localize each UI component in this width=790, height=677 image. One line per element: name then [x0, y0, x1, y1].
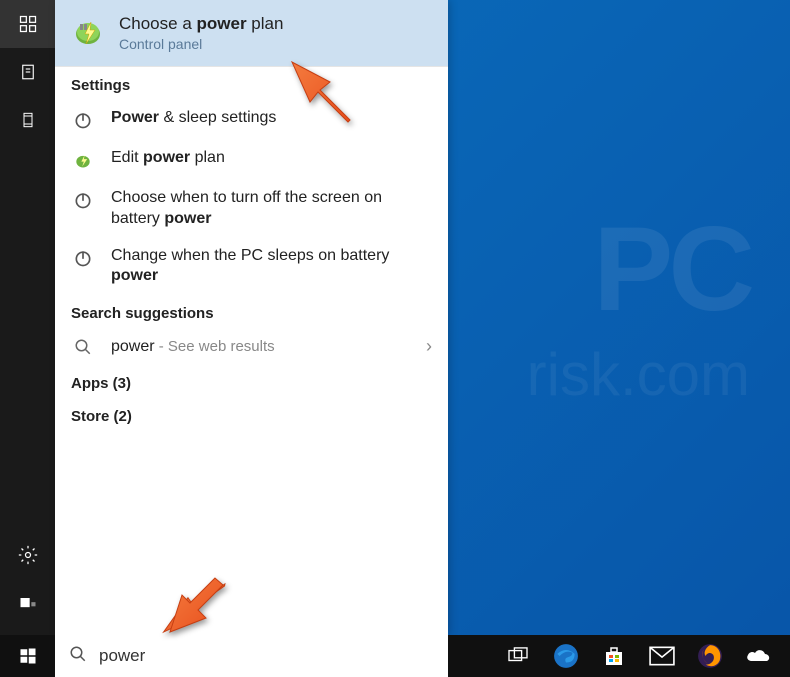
best-match-subtitle: Control panel	[119, 36, 283, 52]
suggestion-text: power - See web results	[111, 338, 426, 356]
side-icon-home[interactable]	[0, 0, 55, 48]
web-suggestion[interactable]: power - See web results ›	[55, 328, 448, 365]
settings-result-screen-off[interactable]: Choose when to turn off the screen on ba…	[55, 180, 448, 238]
settings-result-edit-plan[interactable]: Edit power plan	[55, 140, 448, 180]
side-icon-feedback[interactable]	[0, 579, 55, 627]
section-header-store[interactable]: Store (2)	[55, 398, 448, 431]
plug-icon	[71, 148, 95, 172]
edge-browser-icon[interactable]	[542, 635, 590, 677]
watermark-logo: PC	[593, 200, 750, 338]
chevron-right-icon: ›	[426, 336, 432, 357]
section-header-apps[interactable]: Apps (3)	[55, 365, 448, 398]
store-icon[interactable]	[590, 635, 638, 677]
side-icon-apps[interactable]	[0, 96, 55, 144]
firefox-icon[interactable]	[686, 635, 734, 677]
section-header-settings: Settings	[55, 67, 448, 100]
search-icon	[71, 338, 95, 356]
result-label: Choose when to turn off the screen on ba…	[111, 188, 432, 230]
best-match-result[interactable]: Choose a power plan Control panel	[55, 0, 448, 67]
power-plan-icon	[71, 14, 105, 48]
settings-result-power-sleep[interactable]: Power & sleep settings	[55, 100, 448, 140]
task-view-button[interactable]	[494, 635, 542, 677]
search-icon	[69, 645, 87, 668]
side-icon-documents[interactable]	[0, 48, 55, 96]
side-icon-settings[interactable]	[0, 531, 55, 579]
mail-icon[interactable]	[638, 635, 686, 677]
cortana-side-rail	[0, 0, 55, 635]
watermark-text: risk.com	[527, 340, 750, 409]
settings-result-pc-sleeps[interactable]: Change when the PC sleeps on battery pow…	[55, 238, 448, 296]
power-icon	[71, 108, 95, 132]
start-button[interactable]	[0, 635, 55, 677]
taskbar-search-box[interactable]	[55, 635, 448, 677]
result-label: Power & sleep settings	[111, 108, 276, 129]
search-results-panel: Choose a power plan Control panel Settin…	[55, 0, 448, 635]
search-input[interactable]	[99, 646, 434, 666]
power-icon	[71, 246, 95, 270]
taskbar	[0, 635, 790, 677]
section-header-suggestions: Search suggestions	[55, 295, 448, 328]
best-match-title: Choose a power plan	[119, 14, 283, 34]
result-label: Change when the PC sleeps on battery pow…	[111, 246, 432, 288]
power-icon	[71, 188, 95, 212]
result-label: Edit power plan	[111, 148, 225, 169]
onedrive-icon[interactable]	[734, 635, 782, 677]
